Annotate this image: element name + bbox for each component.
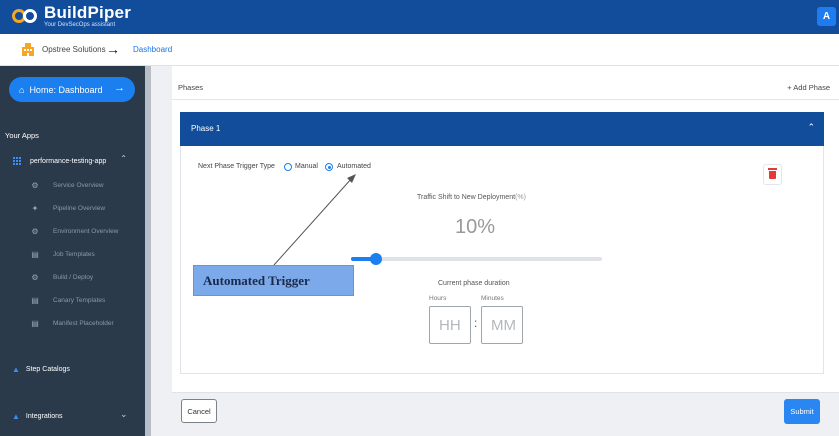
minutes-label: Minutes xyxy=(481,295,504,302)
document-icon: ▤ xyxy=(31,295,39,305)
radio-manual-label[interactable]: Manual xyxy=(295,163,318,170)
document-icon: ▤ xyxy=(31,318,39,328)
phase-title: Phase 1 xyxy=(191,124,221,133)
add-phase-button[interactable]: + Add Phase xyxy=(787,83,830,92)
radio-automated-label[interactable]: Automated xyxy=(337,163,371,170)
basket-icon: ▲ xyxy=(12,412,20,421)
your-apps-title: Your Apps xyxy=(5,131,39,140)
breadcrumb-current-page[interactable]: Dashboard xyxy=(133,45,172,54)
sidebar-item-label: Pipeline Overview xyxy=(53,204,106,212)
trash-icon xyxy=(768,167,777,179)
traffic-shift-unit: (%) xyxy=(515,194,526,201)
breadcrumb-arrow-icon: → xyxy=(106,41,120,57)
form-footer xyxy=(172,392,839,436)
hours-input[interactable] xyxy=(429,306,471,344)
sidebar-item-environment-overview[interactable]: ⚙ Environment Overview xyxy=(30,224,118,238)
traffic-shift-text: Traffic Shift to New Deployment xyxy=(417,194,516,201)
tools-icon: ✦ xyxy=(31,203,39,213)
trigger-type-label: Next Phase Trigger Type xyxy=(198,163,275,170)
delete-phase-button[interactable] xyxy=(763,164,782,185)
sidebar-item-label: Canary Templates xyxy=(53,296,106,304)
phase-accordion-header[interactable]: Phase 1 ⌃ xyxy=(180,112,824,146)
chevron-up-icon[interactable]: ⌃ xyxy=(807,122,815,133)
traffic-shift-slider[interactable] xyxy=(351,257,602,261)
submit-button[interactable]: Submit xyxy=(784,399,820,424)
building-icon xyxy=(22,43,34,56)
infinity-logo-icon xyxy=(12,7,40,25)
chevron-down-icon[interactable]: ⌄ xyxy=(120,409,128,420)
gear-icon: ⚙ xyxy=(31,180,39,190)
arrow-right-icon: → xyxy=(114,82,125,94)
brand-logo[interactable]: BuildPiper Your DevSecOps assistant xyxy=(12,4,131,28)
sidebar-item-label: Job Templates xyxy=(53,250,95,258)
app-name: performance-testing-app xyxy=(30,157,107,165)
time-separator: : xyxy=(474,316,478,330)
gear-icon: ⚙ xyxy=(31,272,39,282)
radio-automated[interactable] xyxy=(325,163,333,171)
hours-label: Hours xyxy=(429,295,447,302)
phases-header: Phases + Add Phase xyxy=(172,78,839,100)
gear-icon: ⚙ xyxy=(31,226,39,236)
radio-manual[interactable] xyxy=(284,163,292,171)
phases-title: Phases xyxy=(178,83,204,92)
basket-icon: ▲ xyxy=(12,365,20,374)
sidebar-item-build-deploy[interactable]: ⚙ Build / Deploy xyxy=(30,270,93,284)
sidebar-item-integrations[interactable]: ▲ Integrations xyxy=(12,412,63,421)
cancel-button[interactable]: Cancel xyxy=(181,399,217,423)
traffic-shift-value: 10% xyxy=(455,216,496,238)
sidebar: ⌂ Home: Dashboard → Your Apps performanc… xyxy=(0,66,145,436)
sidebar-item-label: Integrations xyxy=(25,413,63,420)
sidebar-item-step-catalogs[interactable]: ▲ Step Catalogs xyxy=(12,365,70,374)
user-avatar[interactable]: A xyxy=(817,7,836,26)
home-button-label: Home: Dashboard xyxy=(29,84,103,95)
sidebar-item-manifest-placeholder[interactable]: ▤ Manifest Placeholder xyxy=(30,316,114,330)
chevron-up-icon[interactable]: ⌃ xyxy=(120,154,127,163)
sidebar-item-label: Environment Overview xyxy=(53,227,119,235)
annotation-callout-text: Automated Trigger xyxy=(203,273,310,288)
sidebar-item-label: Manifest Placeholder xyxy=(53,319,114,327)
breadcrumb-organization[interactable]: Opstree Solutions xyxy=(42,45,106,54)
top-header: BuildPiper Your DevSecOps assistant A xyxy=(0,0,839,34)
phase-duration-label: Current phase duration xyxy=(438,280,510,287)
breadcrumb: Opstree Solutions → Dashboard xyxy=(0,34,839,66)
slider-handle[interactable] xyxy=(370,253,383,265)
sidebar-item-label: Service Overview xyxy=(53,181,104,189)
app-grid-icon xyxy=(13,156,22,166)
annotation-callout: Automated Trigger xyxy=(193,265,354,296)
sidebar-item-label: Build / Deploy xyxy=(53,273,94,281)
brand-tagline: Your DevSecOps assistant xyxy=(44,22,116,28)
minutes-input[interactable] xyxy=(481,306,523,344)
sidebar-item-pipeline-overview[interactable]: ✦ Pipeline Overview xyxy=(30,201,105,215)
traffic-shift-label: Traffic Shift to New Deployment(%) xyxy=(417,194,526,201)
sidebar-scrollbar[interactable] xyxy=(145,66,151,436)
sidebar-item-canary-templates[interactable]: ▤ Canary Templates xyxy=(30,293,105,307)
sidebar-item-service-overview[interactable]: ⚙ Service Overview xyxy=(30,178,104,192)
brand-name: BuildPiper xyxy=(44,3,132,22)
home-icon: ⌂ xyxy=(19,84,25,95)
sidebar-item-label: Step Catalogs xyxy=(25,366,70,373)
sidebar-item-job-templates[interactable]: ▤ Job Templates xyxy=(30,247,95,261)
home-dashboard-button[interactable]: ⌂ Home: Dashboard → xyxy=(9,77,135,102)
document-icon: ▤ xyxy=(31,249,39,259)
sidebar-app-performance-testing[interactable]: performance-testing-app ⌃ xyxy=(13,154,133,168)
